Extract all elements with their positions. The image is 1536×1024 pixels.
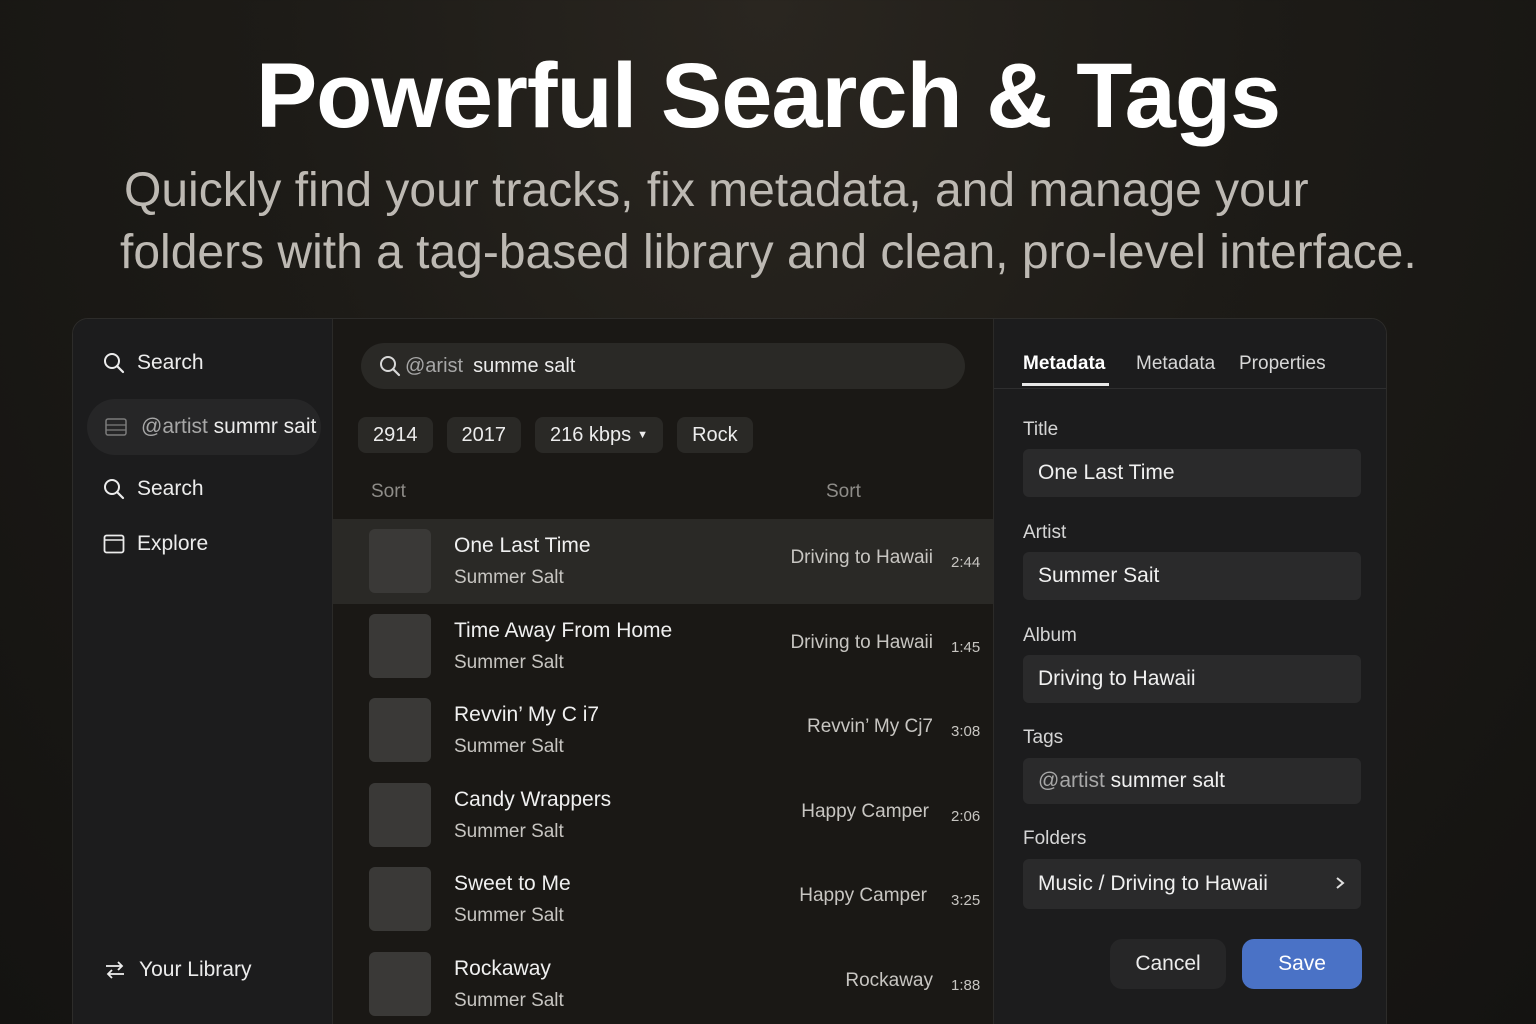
caret-down-icon: ▼ (637, 429, 649, 441)
album-field-value: Driving to Hawaii (1038, 667, 1196, 690)
track-row[interactable]: Sweet to Me Summer Salt Happy Camper 3:2… (333, 857, 993, 942)
folders-field-value: Music / Driving to Hawaii (1038, 872, 1268, 895)
track-title: Sweet to Me (454, 872, 571, 895)
track-row[interactable]: Rockaway Summer Salt Rockaway 1:88 (333, 942, 993, 1024)
track-row[interactable]: Candy Wrappers Summer Salt Happy Camper … (333, 773, 993, 858)
track-duration: 2:44 (951, 554, 981, 571)
album-art (369, 782, 431, 847)
title-field-value: One Last Time (1038, 461, 1175, 484)
hero-title: Powerful Search & Tags (255, 45, 1281, 147)
title-field[interactable]: One Last Time (1023, 449, 1361, 497)
track-title: Revvin’ My C i7 (454, 703, 600, 726)
track-artist: Summer Salt (454, 905, 564, 926)
search-icon (380, 356, 401, 377)
album-art (369, 613, 431, 678)
track-duration: 3:08 (951, 723, 981, 740)
chevron-right-icon (1336, 877, 1345, 889)
sidebar-item-saved-search[interactable]: @artist summr sait (87, 399, 321, 455)
track-album: Revvin’ My Cj7 (807, 716, 933, 737)
track-album: Happy Camper (799, 885, 927, 906)
tab-metadata-secondary[interactable]: Metadata (1136, 353, 1215, 375)
filter-chip-label: 216 kbps (550, 423, 632, 446)
folders-field[interactable]: Music / Driving to Hawaii (1023, 859, 1361, 909)
sidebar-item-label: Search (137, 477, 204, 500)
track-title: Time Away From Home (454, 618, 673, 642)
folders-label: Folders (1023, 828, 1087, 849)
track-album: Happy Camper (801, 800, 929, 822)
track-artist: Summer Salt (454, 651, 564, 673)
library-icon (106, 961, 124, 979)
artist-field[interactable]: Summer Sait (1023, 552, 1361, 600)
album-art (369, 867, 431, 931)
saved-search-icon (105, 418, 127, 436)
track-artist: Summer Salt (454, 989, 564, 1011)
hero-subtitle: Quickly find your tracks, fix metadata, … (120, 160, 1520, 284)
app-window: Search @artist summr sait Search Explore… (72, 318, 1387, 1024)
track-duration: 1:45 (951, 638, 981, 656)
sidebar: Search @artist summr sait Search Explore… (73, 319, 333, 1024)
track-row[interactable]: Revvin’ My C i7 Summer Salt Revvin’ My C… (333, 688, 993, 773)
artist-field-value: Summer Sait (1038, 564, 1160, 587)
metadata-tabs: Metadata Metadata Properties (994, 319, 1386, 389)
tags-label: Tags (1023, 727, 1064, 748)
search-query-text: summe salt (473, 354, 576, 377)
save-button[interactable]: Save (1242, 939, 1362, 989)
track-artist: Summer Salt (454, 820, 564, 842)
album-art (369, 951, 431, 1016)
track-artist: Summer Salt (454, 736, 564, 757)
track-duration: 1:88 (951, 976, 981, 994)
search-query-prefix: @arist (405, 354, 464, 377)
album-art (369, 698, 431, 762)
filter-chip[interactable]: 2914 (358, 417, 433, 453)
search-icon (104, 353, 125, 374)
track-title: Rockaway (454, 956, 551, 980)
tab-metadata[interactable]: Metadata (1023, 353, 1105, 375)
album-label: Album (1023, 625, 1077, 646)
album-field[interactable]: Driving to Hawaii (1023, 655, 1361, 703)
tags-field-value: summer salt (1104, 769, 1226, 792)
cancel-button[interactable]: Cancel (1110, 939, 1226, 989)
track-title: One Last Time (454, 534, 591, 557)
track-album: Rockaway (845, 969, 933, 991)
sort-column-header[interactable]: Sort (826, 481, 861, 503)
tags-field-prefix: @artist (1038, 769, 1105, 792)
sidebar-item-search-top[interactable]: Search (103, 345, 204, 381)
filter-chip[interactable]: Rock (677, 417, 753, 453)
hero-subtitle-line-2: folders with a tag-based library and cle… (120, 226, 1417, 279)
metadata-pane: Metadata Metadata Properties Title One L… (993, 319, 1386, 1024)
active-tab-indicator (1022, 383, 1109, 386)
track-duration: 3:25 (951, 892, 981, 909)
track-list-pane: @arist summe salt 2914 2017 216 kbps ▼ R… (333, 319, 993, 1024)
search-input[interactable]: @arist summe salt (361, 343, 965, 389)
filter-chip-bitrate[interactable]: 216 kbps ▼ (535, 417, 664, 453)
saved-search-text: summr sait (207, 415, 317, 438)
filter-chips: 2914 2017 216 kbps ▼ Rock (358, 417, 753, 453)
sidebar-item-library[interactable]: Your Library (103, 952, 251, 988)
track-row[interactable]: Time Away From Home Summer Salt Driving … (333, 604, 993, 689)
album-art (369, 529, 431, 593)
sidebar-item-label: Your Library (139, 958, 252, 981)
track-list: One Last Time Summer Salt Driving to Haw… (333, 519, 993, 1024)
sidebar-item-label: Search (137, 351, 204, 374)
sidebar-item-label: Explore (137, 532, 209, 555)
tags-field[interactable]: @artist summer salt (1023, 758, 1361, 804)
title-label: Title (1023, 419, 1059, 440)
hero-subtitle-line-1: Quickly find your tracks, fix metadata, … (124, 164, 1309, 217)
track-album: Driving to Hawaii (790, 547, 933, 568)
track-title: Candy Wrappers (454, 787, 612, 811)
filter-chip[interactable]: 2017 (446, 417, 521, 453)
sidebar-item-search[interactable]: Search (103, 471, 204, 507)
tab-properties[interactable]: Properties (1239, 353, 1326, 375)
artist-label: Artist (1023, 522, 1067, 543)
track-duration: 2:06 (951, 807, 981, 825)
sidebar-item-explore[interactable]: Explore (103, 526, 208, 562)
track-album: Driving to Hawaii (790, 631, 933, 653)
explore-icon (103, 534, 125, 554)
track-artist: Summer Salt (454, 567, 564, 588)
saved-search-prefix: @artist (141, 415, 208, 438)
search-icon (104, 479, 125, 500)
sort-column-header[interactable]: Sort (371, 481, 406, 503)
track-row[interactable]: One Last Time Summer Salt Driving to Haw… (333, 519, 993, 604)
